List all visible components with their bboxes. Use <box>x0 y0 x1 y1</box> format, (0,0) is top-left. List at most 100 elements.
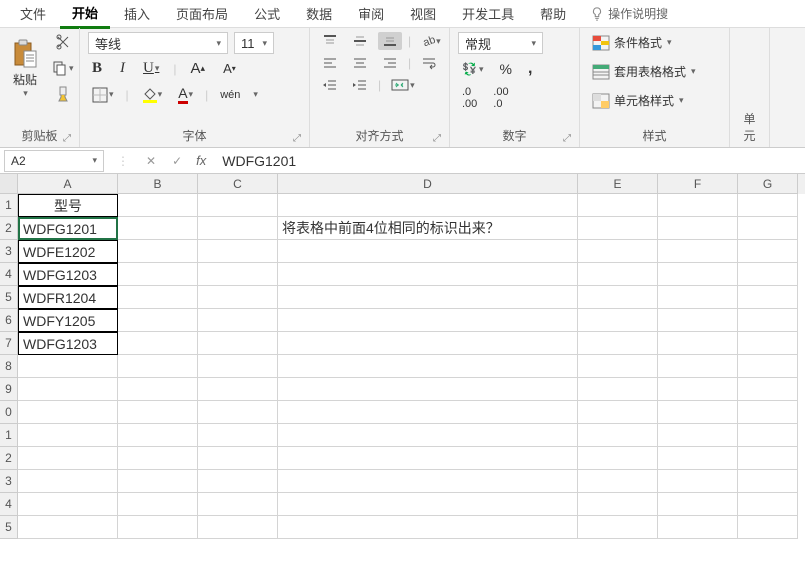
cell-F8[interactable] <box>658 355 738 378</box>
align-left-button[interactable] <box>318 54 342 72</box>
cell-B8[interactable] <box>118 355 198 378</box>
tab-insert[interactable]: 插入 <box>112 0 162 27</box>
cell-C9[interactable] <box>198 378 278 401</box>
row-header[interactable]: 7 <box>0 332 18 355</box>
cell-E2[interactable] <box>578 447 658 470</box>
cell-E1[interactable] <box>578 424 658 447</box>
cell-D6[interactable] <box>278 309 578 332</box>
col-header-C[interactable]: C <box>198 174 278 194</box>
percent-button[interactable]: % <box>496 59 516 79</box>
cell-B3[interactable] <box>118 240 198 263</box>
tab-home[interactable]: 开始 <box>60 0 110 29</box>
align-bottom-button[interactable] <box>378 32 402 50</box>
row-header[interactable]: 8 <box>0 355 18 378</box>
cell-G1[interactable] <box>738 424 798 447</box>
cell-B7[interactable] <box>118 332 198 355</box>
font-size-select[interactable]: 11▾ <box>234 32 274 54</box>
copy-button[interactable]: ▾ <box>48 58 78 78</box>
cell-D5[interactable] <box>278 516 578 539</box>
cell-A4[interactable]: WDFG1203 <box>18 263 118 286</box>
font-launcher[interactable]: ⤢ <box>293 133 301 144</box>
tell-me[interactable]: 操作说明搜 <box>590 5 668 22</box>
merge-button[interactable]: ▾ <box>387 76 419 94</box>
cell-D5[interactable] <box>278 286 578 309</box>
align-launcher[interactable]: ⤢ <box>433 133 441 144</box>
row-header[interactable]: 2 <box>0 447 18 470</box>
cell-E7[interactable] <box>578 332 658 355</box>
cancel-formula-button[interactable]: ✕ <box>138 154 164 168</box>
cell-A0[interactable] <box>18 401 118 424</box>
row-header[interactable]: 9 <box>0 378 18 401</box>
cell-F5[interactable] <box>658 286 738 309</box>
col-header-B[interactable]: B <box>118 174 198 194</box>
cell-B2[interactable] <box>118 447 198 470</box>
row-header[interactable]: 4 <box>0 493 18 516</box>
decrease-decimal-button[interactable]: .00.0 <box>489 84 512 112</box>
cell-G3[interactable] <box>738 470 798 493</box>
tab-developer[interactable]: 开发工具 <box>450 0 526 27</box>
align-top-button[interactable] <box>318 32 342 50</box>
cell-C1[interactable] <box>198 424 278 447</box>
cell-C7[interactable] <box>198 332 278 355</box>
cell-E5[interactable] <box>578 516 658 539</box>
cell-A6[interactable]: WDFY1205 <box>18 309 118 332</box>
row-header[interactable]: 5 <box>0 286 18 309</box>
select-all-corner[interactable] <box>0 174 18 194</box>
increase-indent-button[interactable] <box>348 76 372 94</box>
cell-A5[interactable]: WDFR1204 <box>18 286 118 309</box>
cell-A3[interactable] <box>18 470 118 493</box>
row-header[interactable]: 1 <box>0 424 18 447</box>
table-format-button[interactable]: 套用表格格式▾ <box>588 61 721 82</box>
cell-F2[interactable] <box>658 447 738 470</box>
cell-E3[interactable] <box>578 240 658 263</box>
orientation-button[interactable]: ab▾ <box>417 32 445 50</box>
cell-D7[interactable] <box>278 332 578 355</box>
underline-button[interactable]: U▾ <box>139 58 163 79</box>
cell-F2[interactable] <box>658 217 738 240</box>
cell-B9[interactable] <box>118 378 198 401</box>
tab-formula[interactable]: 公式 <box>242 0 292 27</box>
grow-font-button[interactable]: A▴ <box>187 58 210 79</box>
row-header[interactable]: 0 <box>0 401 18 424</box>
conditional-format-button[interactable]: 条件格式▾ <box>588 32 721 53</box>
cell-F6[interactable] <box>658 309 738 332</box>
col-header-A[interactable]: A <box>18 174 118 194</box>
cell-C0[interactable] <box>198 401 278 424</box>
paste-button[interactable] <box>8 37 42 71</box>
row-header[interactable]: 1 <box>0 194 18 217</box>
cell-G0[interactable] <box>738 401 798 424</box>
align-middle-button[interactable] <box>348 32 372 50</box>
cell-G9[interactable] <box>738 378 798 401</box>
tab-data[interactable]: 数据 <box>294 0 344 27</box>
cell-G5[interactable] <box>738 286 798 309</box>
phonetic-button[interactable]: wén <box>216 87 244 103</box>
cell-F1[interactable] <box>658 194 738 217</box>
cell-C2[interactable] <box>198 217 278 240</box>
cell-C2[interactable] <box>198 447 278 470</box>
wrap-text-button[interactable] <box>417 54 441 72</box>
cell-C5[interactable] <box>198 516 278 539</box>
row-header[interactable]: 2 <box>0 217 18 240</box>
cell-F0[interactable] <box>658 401 738 424</box>
cell-D9[interactable] <box>278 378 578 401</box>
tab-view[interactable]: 视图 <box>398 0 448 27</box>
cell-F3[interactable] <box>658 240 738 263</box>
cell-D4[interactable] <box>278 263 578 286</box>
cell-D4[interactable] <box>278 493 578 516</box>
cell-E5[interactable] <box>578 286 658 309</box>
cell-A1[interactable]: 型号 <box>18 194 118 217</box>
cell-E0[interactable] <box>578 401 658 424</box>
cell-D1[interactable] <box>278 424 578 447</box>
align-center-button[interactable] <box>348 54 372 72</box>
row-header[interactable]: 3 <box>0 470 18 493</box>
borders-button[interactable]: ▾ <box>88 85 118 105</box>
cell-G5[interactable] <box>738 516 798 539</box>
cell-A1[interactable] <box>18 424 118 447</box>
cell-C1[interactable] <box>198 194 278 217</box>
cell-C6[interactable] <box>198 309 278 332</box>
cell-C4[interactable] <box>198 263 278 286</box>
col-header-D[interactable]: D <box>278 174 578 194</box>
row-header[interactable]: 3 <box>0 240 18 263</box>
name-box[interactable]: A2▾ <box>4 150 104 172</box>
enter-formula-button[interactable]: ✓ <box>164 154 190 168</box>
